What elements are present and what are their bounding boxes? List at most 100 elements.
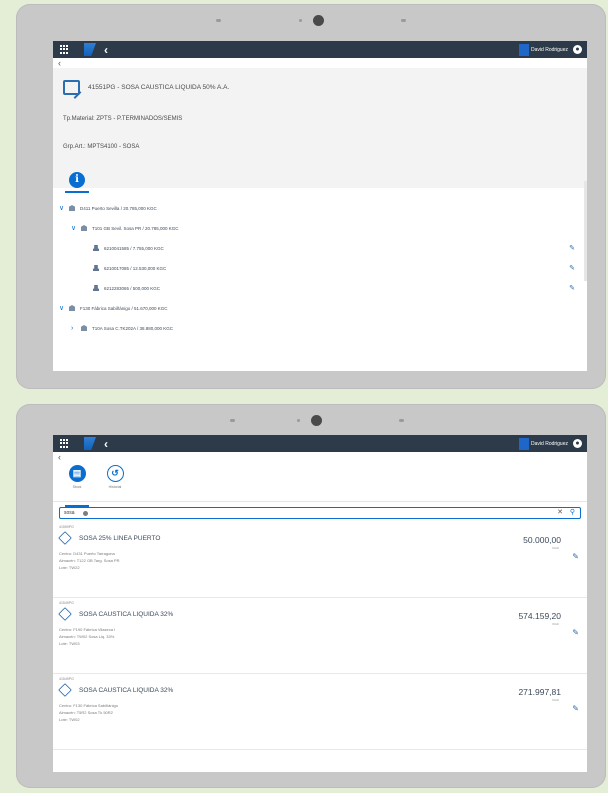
tree-node[interactable]: › T10A Sosa C.TK202A / 38.880,000 KGC — [53, 318, 587, 338]
tree-node[interactable]: ∨ D411 Puerto Sevilla / 20.785,000 KGC — [53, 198, 587, 218]
tree-node[interactable]: ∨ F130 Fábrica Sabiñánigo / 51.670,000 KG… — [53, 298, 587, 318]
tablet-camera-bar — [16, 415, 606, 427]
search-input-value[interactable]: sosa — [64, 510, 75, 516]
article-group-attribute: Grp.Art.: MPTS4100 - SOSA — [63, 144, 140, 150]
tree-node[interactable]: 6210041585 / 7.755,000 KGC ✎ — [53, 238, 587, 258]
edit-pencil-icon[interactable]: ✎ — [569, 264, 575, 272]
tab-label: Stock — [72, 485, 82, 489]
user-avatar-icon[interactable]: ● — [573, 439, 582, 448]
plant-info: Centro: D431 Puerto Tarragona — [59, 551, 115, 556]
material-code: 41559PG — [59, 525, 74, 529]
storage-icon — [81, 325, 87, 331]
tree-node-label: 6210017085 / 12.530,000 KGC — [104, 265, 167, 271]
tree-node[interactable]: ∨ T101 GB Sevil. Sosa PR / 20.785,000 KGC — [53, 218, 587, 238]
tree-node-label: D411 Puerto Sevilla / 20.785,000 KGC — [80, 205, 157, 211]
material-code: 41549PG — [59, 677, 74, 681]
app-screen-top: ‹ David Rodriguez ● ‹ 41551PG - SOSA CAU… — [53, 41, 587, 371]
material-cube-icon — [58, 531, 72, 545]
user-name: David Rodriguez — [531, 46, 568, 53]
icon-tab-bar: ▤ Stock ↺ Historial — [53, 462, 587, 507]
stock-quantity: 50.000,00 — [523, 535, 561, 545]
back-arrow-icon[interactable]: ‹ — [104, 44, 108, 56]
user-name: David Rodriguez — [531, 440, 568, 447]
material-name: SOSA CAUSTICA LIQUIDA 32% — [79, 686, 174, 694]
material-name: SOSA 25% LINEA PUERTO — [79, 534, 161, 542]
edit-pencil-icon[interactable]: ✎ — [572, 552, 579, 561]
tablet-camera-bar — [16, 15, 606, 27]
user-highlight — [519, 437, 530, 450]
back-arrow-icon[interactable]: ‹ — [104, 438, 108, 450]
material-edit-icon — [63, 80, 80, 95]
material-cube-icon — [58, 683, 72, 697]
tab-history[interactable]: ↺ Historial — [103, 462, 127, 501]
tree-node-label: T10A Sosa C.TK202A / 38.880,000 KGC — [92, 325, 174, 331]
list-item[interactable]: 41549PG SOSA CAUSTICA LIQUIDA 32% 574.159,… — [53, 598, 587, 674]
clear-icon[interactable]: ✕ — [557, 508, 563, 518]
company-logo — [84, 43, 96, 56]
list-item[interactable]: 41559PG SOSA 25% LINEA PUERTO 50.000,00 KGC… — [53, 522, 587, 598]
tree-node-label: T101 GB Sevil. Sosa PR / 20.785,000 KGC — [92, 225, 179, 231]
cursor-dot — [83, 511, 88, 516]
lot-icon — [93, 285, 99, 291]
lot-icon — [93, 245, 99, 251]
object-header: 41551PG - SOSA CAUSTICA LIQUIDA 50% A.A.… — [53, 68, 587, 193]
user-highlight — [519, 43, 530, 56]
storage-info: Almacén: T122 GB Targ. Sosa PR — [59, 558, 120, 563]
user-menu[interactable]: David Rodriguez ● — [519, 435, 582, 452]
edit-pencil-icon[interactable]: ✎ — [572, 704, 579, 713]
material-type-attribute: Tp.Material: ZPTS - P.TERMINADOS/SEMIS — [63, 116, 183, 122]
object-title: 41551PG - SOSA CAUSTICA LIQUIDA 50% A.A. — [88, 84, 230, 91]
material-name: SOSA CAUSTICA LIQUIDA 32% — [79, 610, 174, 618]
tablet-frame-bottom: ‹ David Rodriguez ● ‹ ▤ Stock ↺ Historia… — [16, 404, 606, 788]
tree-scrollbar[interactable] — [584, 181, 587, 281]
material-cube-icon — [58, 607, 72, 621]
user-menu[interactable]: David Rodriguez ● — [519, 41, 582, 58]
edit-pencil-icon[interactable]: ✎ — [572, 628, 579, 637]
tablet-frame-top: ‹ David Rodriguez ● ‹ 41551PG - SOSA CAU… — [16, 4, 606, 389]
tab-stock[interactable]: ▤ Stock — [65, 462, 89, 507]
shell-bar: ‹ David Rodriguez ● — [53, 41, 587, 58]
stock-unit: KGC — [552, 622, 559, 626]
expand-toggle-icon[interactable]: ∨ — [71, 224, 81, 232]
stock-quantity: 574.159,20 — [518, 611, 561, 621]
expand-toggle-icon[interactable]: › — [71, 325, 81, 332]
user-avatar-icon[interactable]: ● — [573, 45, 582, 54]
company-logo — [84, 437, 96, 450]
tree-node-label: 6210041585 / 7.755,000 KGC — [104, 245, 164, 251]
stock-unit: KGC — [552, 546, 559, 550]
plant-icon — [69, 305, 75, 311]
app-screen-bottom: ‹ David Rodriguez ● ‹ ▤ Stock ↺ Historia… — [53, 435, 587, 772]
tree-node-label: 6212283065 / 500,000 KGC — [104, 285, 161, 291]
edit-pencil-icon[interactable]: ✎ — [569, 284, 575, 292]
nav-back-button[interactable]: ‹ — [53, 452, 587, 462]
info-tab-underline — [65, 191, 89, 193]
stock-quantity: 271.997,81 — [518, 687, 561, 697]
material-code: 41549PG — [59, 601, 74, 605]
lot-icon — [93, 265, 99, 271]
list-item[interactable]: 41549PG SOSA CAUSTICA LIQUIDA 32% 271.997,… — [53, 674, 587, 750]
history-tab-icon: ↺ — [106, 465, 124, 482]
stock-unit: KGC — [552, 698, 559, 702]
edit-pencil-icon[interactable]: ✎ — [569, 244, 575, 252]
search-icon[interactable]: ⚲ — [570, 508, 575, 518]
material-list: 41559PG SOSA 25% LINEA PUERTO 50.000,00 KGC… — [53, 522, 587, 750]
shell-bar: ‹ David Rodriguez ● — [53, 435, 587, 452]
search-field[interactable]: sosa ✕ ⚲ — [59, 507, 581, 519]
batch-info: Lote: TW03 — [59, 641, 80, 646]
tree-node[interactable]: 6210017085 / 12.530,000 KGC ✎ — [53, 258, 587, 278]
expand-toggle-icon[interactable]: ∨ — [59, 204, 69, 212]
storage-info: Almacén: TW02 Sosa Liq. 33% — [59, 634, 115, 639]
batch-info: Lote: TW22 — [59, 565, 80, 570]
nav-back-button[interactable]: ‹ — [53, 58, 587, 68]
tab-label: Historial — [108, 485, 122, 489]
batch-info: Lote: TW02 — [59, 717, 80, 722]
expand-toggle-icon[interactable]: ∨ — [59, 304, 69, 312]
tree-node[interactable]: 6212283065 / 500,000 KGC ✎ — [53, 278, 587, 298]
stock-tree: ∨ D411 Puerto Sevilla / 20.785,000 KGC ∨ T1… — [53, 188, 587, 338]
tree-node-label: F130 Fábrica Sabiñánigo / 51.670,000 KGC — [80, 305, 168, 311]
info-tab-icon[interactable]: i — [69, 172, 85, 188]
stock-tab-icon: ▤ — [68, 465, 86, 482]
launchpad-grid-icon[interactable] — [60, 439, 70, 448]
plant-info: Centro: F130 Fábrica Sabiñánigo — [59, 703, 118, 708]
launchpad-grid-icon[interactable] — [60, 45, 70, 54]
